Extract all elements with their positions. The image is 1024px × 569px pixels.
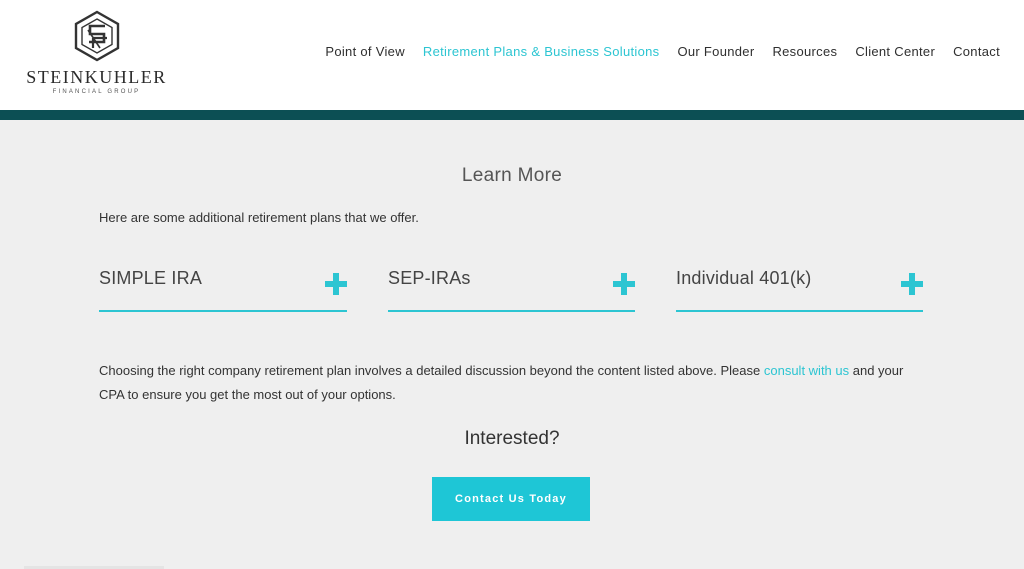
body-text-before: Choosing the right company retirement pl…: [99, 363, 764, 378]
accordion-sep-iras[interactable]: SEP-IRAs: [388, 268, 635, 312]
accordion-individual-401k[interactable]: Individual 401(k): [676, 268, 923, 312]
body-paragraph: Choosing the right company retirement pl…: [99, 359, 929, 407]
accordion-title: SIMPLE IRA: [99, 268, 203, 288]
accordion-title: Individual 401(k): [676, 268, 812, 288]
brand-name: STEINKUHLER: [26, 67, 167, 87]
interlocking-sfg-hexagon-icon: [74, 10, 119, 62]
nav-item-retirement-plans[interactable]: Retirement Plans & Business Solutions: [423, 44, 660, 59]
nav-item-contact[interactable]: Contact: [953, 44, 1000, 59]
accordion-title: SEP-IRAs: [388, 268, 471, 288]
nav-item-client-center[interactable]: Client Center: [855, 44, 935, 59]
interested-heading: Interested?: [464, 428, 560, 449]
plus-icon[interactable]: [613, 273, 635, 295]
contact-us-button[interactable]: Contact Us Today: [432, 477, 590, 521]
nav-item-our-founder[interactable]: Our Founder: [677, 44, 754, 59]
consult-link[interactable]: consult with us: [764, 363, 849, 378]
brand-logo[interactable]: STEINKUHLER FINANCIAL GROUP: [24, 10, 169, 100]
plus-icon[interactable]: [325, 273, 347, 295]
intro-text: Here are some additional retirement plan…: [99, 210, 419, 225]
header-divider-bar: [0, 110, 1024, 120]
main-nav: Point of View Retirement Plans & Busines…: [325, 44, 1000, 59]
accordion-simple-ira[interactable]: SIMPLE IRA: [99, 268, 347, 312]
brand-subtitle: FINANCIAL GROUP: [52, 89, 141, 95]
nav-item-resources[interactable]: Resources: [772, 44, 837, 59]
plus-icon[interactable]: [901, 273, 923, 295]
site-header: STEINKUHLER FINANCIAL GROUP Point of Vie…: [0, 0, 1024, 110]
section-title: Learn More: [461, 165, 563, 186]
nav-item-point-of-view[interactable]: Point of View: [325, 44, 405, 59]
